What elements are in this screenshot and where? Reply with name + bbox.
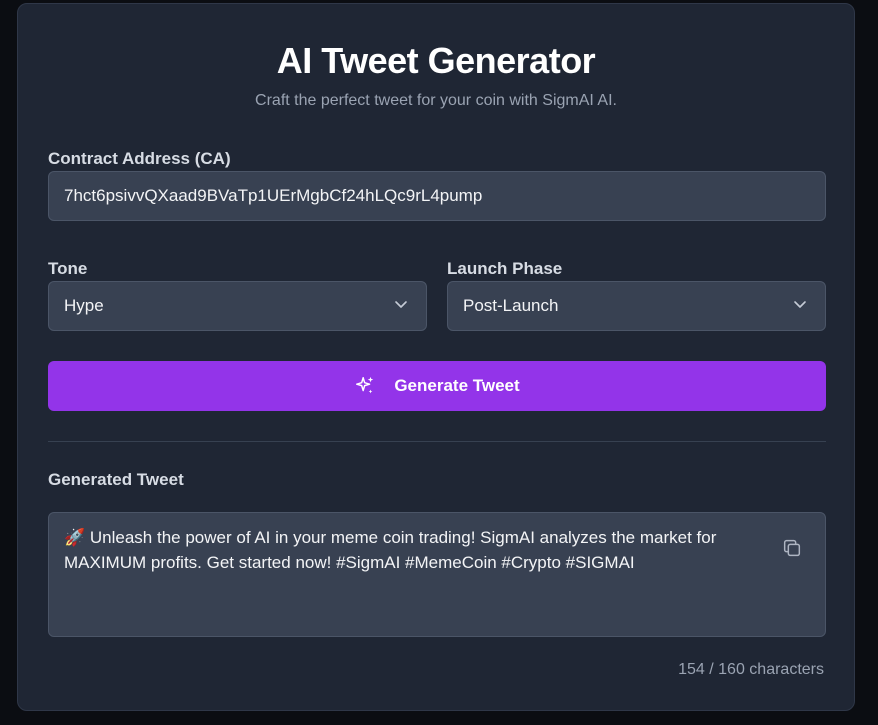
tone-label: Tone — [48, 259, 88, 278]
launch-phase-label: Launch Phase — [447, 259, 563, 278]
contract-address-value: 7hct6psivvQXaad9BVaTp1UErMgbCf24hLQc9rL4… — [64, 186, 483, 205]
generate-tweet-label: Generate Tweet — [394, 376, 520, 395]
generated-tweet-label: Generated Tweet — [48, 470, 184, 489]
tweet-generator-card: AI Tweet Generator Craft the perfect twe… — [17, 3, 855, 711]
launch-phase-selected-value: Post-Launch — [463, 296, 559, 315]
launch-phase-select[interactable]: Post-Launch — [447, 281, 826, 331]
tone-select[interactable]: Hype — [48, 281, 427, 331]
page-subtitle: Craft the perfect tweet for your coin wi… — [255, 92, 617, 109]
contract-address-input[interactable]: 7hct6psivvQXaad9BVaTp1UErMgbCf24hLQc9rL4… — [48, 171, 826, 221]
copy-icon[interactable] — [781, 537, 803, 559]
page-title: AI Tweet Generator — [276, 40, 596, 81]
generated-tweet-box[interactable]: 🚀 Unleash the power of AI in your meme c… — [48, 512, 826, 637]
character-count: 154 / 160 characters — [678, 661, 824, 678]
generated-tweet-text: 🚀 Unleash the power of AI in your meme c… — [64, 528, 717, 572]
contract-address-label: Contract Address (CA) — [48, 149, 231, 168]
tone-selected-value: Hype — [64, 296, 104, 315]
chevron-down-icon — [395, 301, 407, 308]
generate-tweet-button[interactable]: Generate Tweet — [48, 361, 826, 411]
chevron-down-icon — [794, 301, 806, 308]
sparkles-icon — [356, 376, 374, 394]
section-divider — [48, 441, 826, 442]
